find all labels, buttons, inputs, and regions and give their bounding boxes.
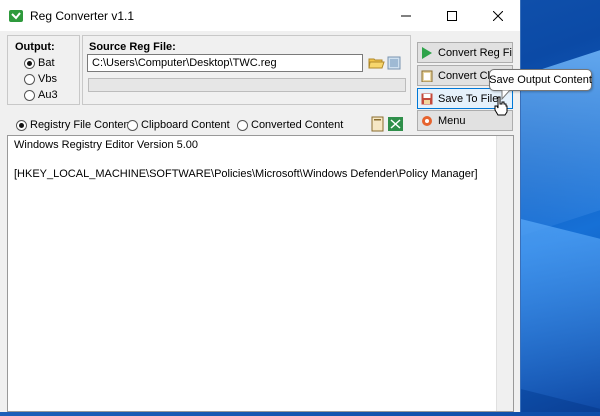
button-label: Convert Reg File xyxy=(438,46,513,59)
radio-icon xyxy=(24,89,35,101)
content-text-area[interactable]: Windows Registry Editor Version 5.00 [HK… xyxy=(7,135,514,412)
progress-bar xyxy=(88,78,406,92)
output-label: Output: xyxy=(15,41,55,53)
minimize-button[interactable] xyxy=(383,0,429,31)
radio-label: Vbs xyxy=(38,73,57,85)
radio-icon xyxy=(127,119,138,131)
view-radio-registry-file[interactable]: Registry File Content xyxy=(16,119,133,131)
view-radio-clipboard[interactable]: Clipboard Content xyxy=(127,119,230,131)
save-icon xyxy=(421,93,433,104)
clipboard-icon xyxy=(421,70,433,82)
output-radio-vbs[interactable]: Vbs xyxy=(24,73,57,85)
radio-label: Converted Content xyxy=(251,119,344,131)
menu-icon xyxy=(422,115,432,126)
close-button[interactable] xyxy=(475,0,521,31)
radio-label: Au3 xyxy=(38,89,58,101)
save-tooltip: Save Output Content xyxy=(489,69,592,91)
radio-icon xyxy=(16,119,27,131)
radio-label: Clipboard Content xyxy=(141,119,230,131)
grid-icon[interactable] xyxy=(387,116,404,132)
refresh-icon[interactable] xyxy=(386,55,403,71)
source-label: Source Reg File: xyxy=(89,41,176,53)
radio-icon xyxy=(24,57,35,69)
hand-cursor-icon xyxy=(494,96,508,116)
button-label: Menu xyxy=(438,114,466,127)
copy-icon[interactable] xyxy=(369,116,386,132)
window-title: Reg Converter v1.1 xyxy=(30,9,135,23)
title-bar[interactable]: Reg Converter v1.1 xyxy=(0,0,520,31)
minimize-icon xyxy=(401,15,411,16)
output-radio-bat[interactable]: Bat xyxy=(24,57,55,69)
play-icon xyxy=(422,46,432,59)
maximize-icon xyxy=(447,10,457,21)
source-path-input[interactable]: C:\Users\Computer\Desktop\TWC.reg xyxy=(87,54,363,72)
app-icon xyxy=(9,10,23,22)
view-radio-converted[interactable]: Converted Content xyxy=(237,119,343,131)
open-folder-icon[interactable] xyxy=(368,55,385,71)
button-label: Save To File xyxy=(438,92,499,105)
reg-converter-window: Reg Converter v1.1 Output: Bat Vbs Au3 S… xyxy=(0,0,521,412)
maximize-button[interactable] xyxy=(429,0,475,31)
radio-label: Registry File Content xyxy=(30,119,133,131)
radio-label: Bat xyxy=(38,57,55,69)
output-radio-au3[interactable]: Au3 xyxy=(24,89,58,101)
radio-icon xyxy=(24,73,35,85)
vertical-scrollbar[interactable] xyxy=(496,136,513,411)
convert-reg-file-button[interactable]: Convert Reg File xyxy=(417,42,513,63)
radio-icon xyxy=(237,119,248,131)
content-line: Windows Registry Editor Version 5.00 xyxy=(14,139,199,151)
content-line: [HKEY_LOCAL_MACHINE\SOFTWARE\Policies\Mi… xyxy=(14,168,478,180)
close-icon xyxy=(493,10,503,21)
